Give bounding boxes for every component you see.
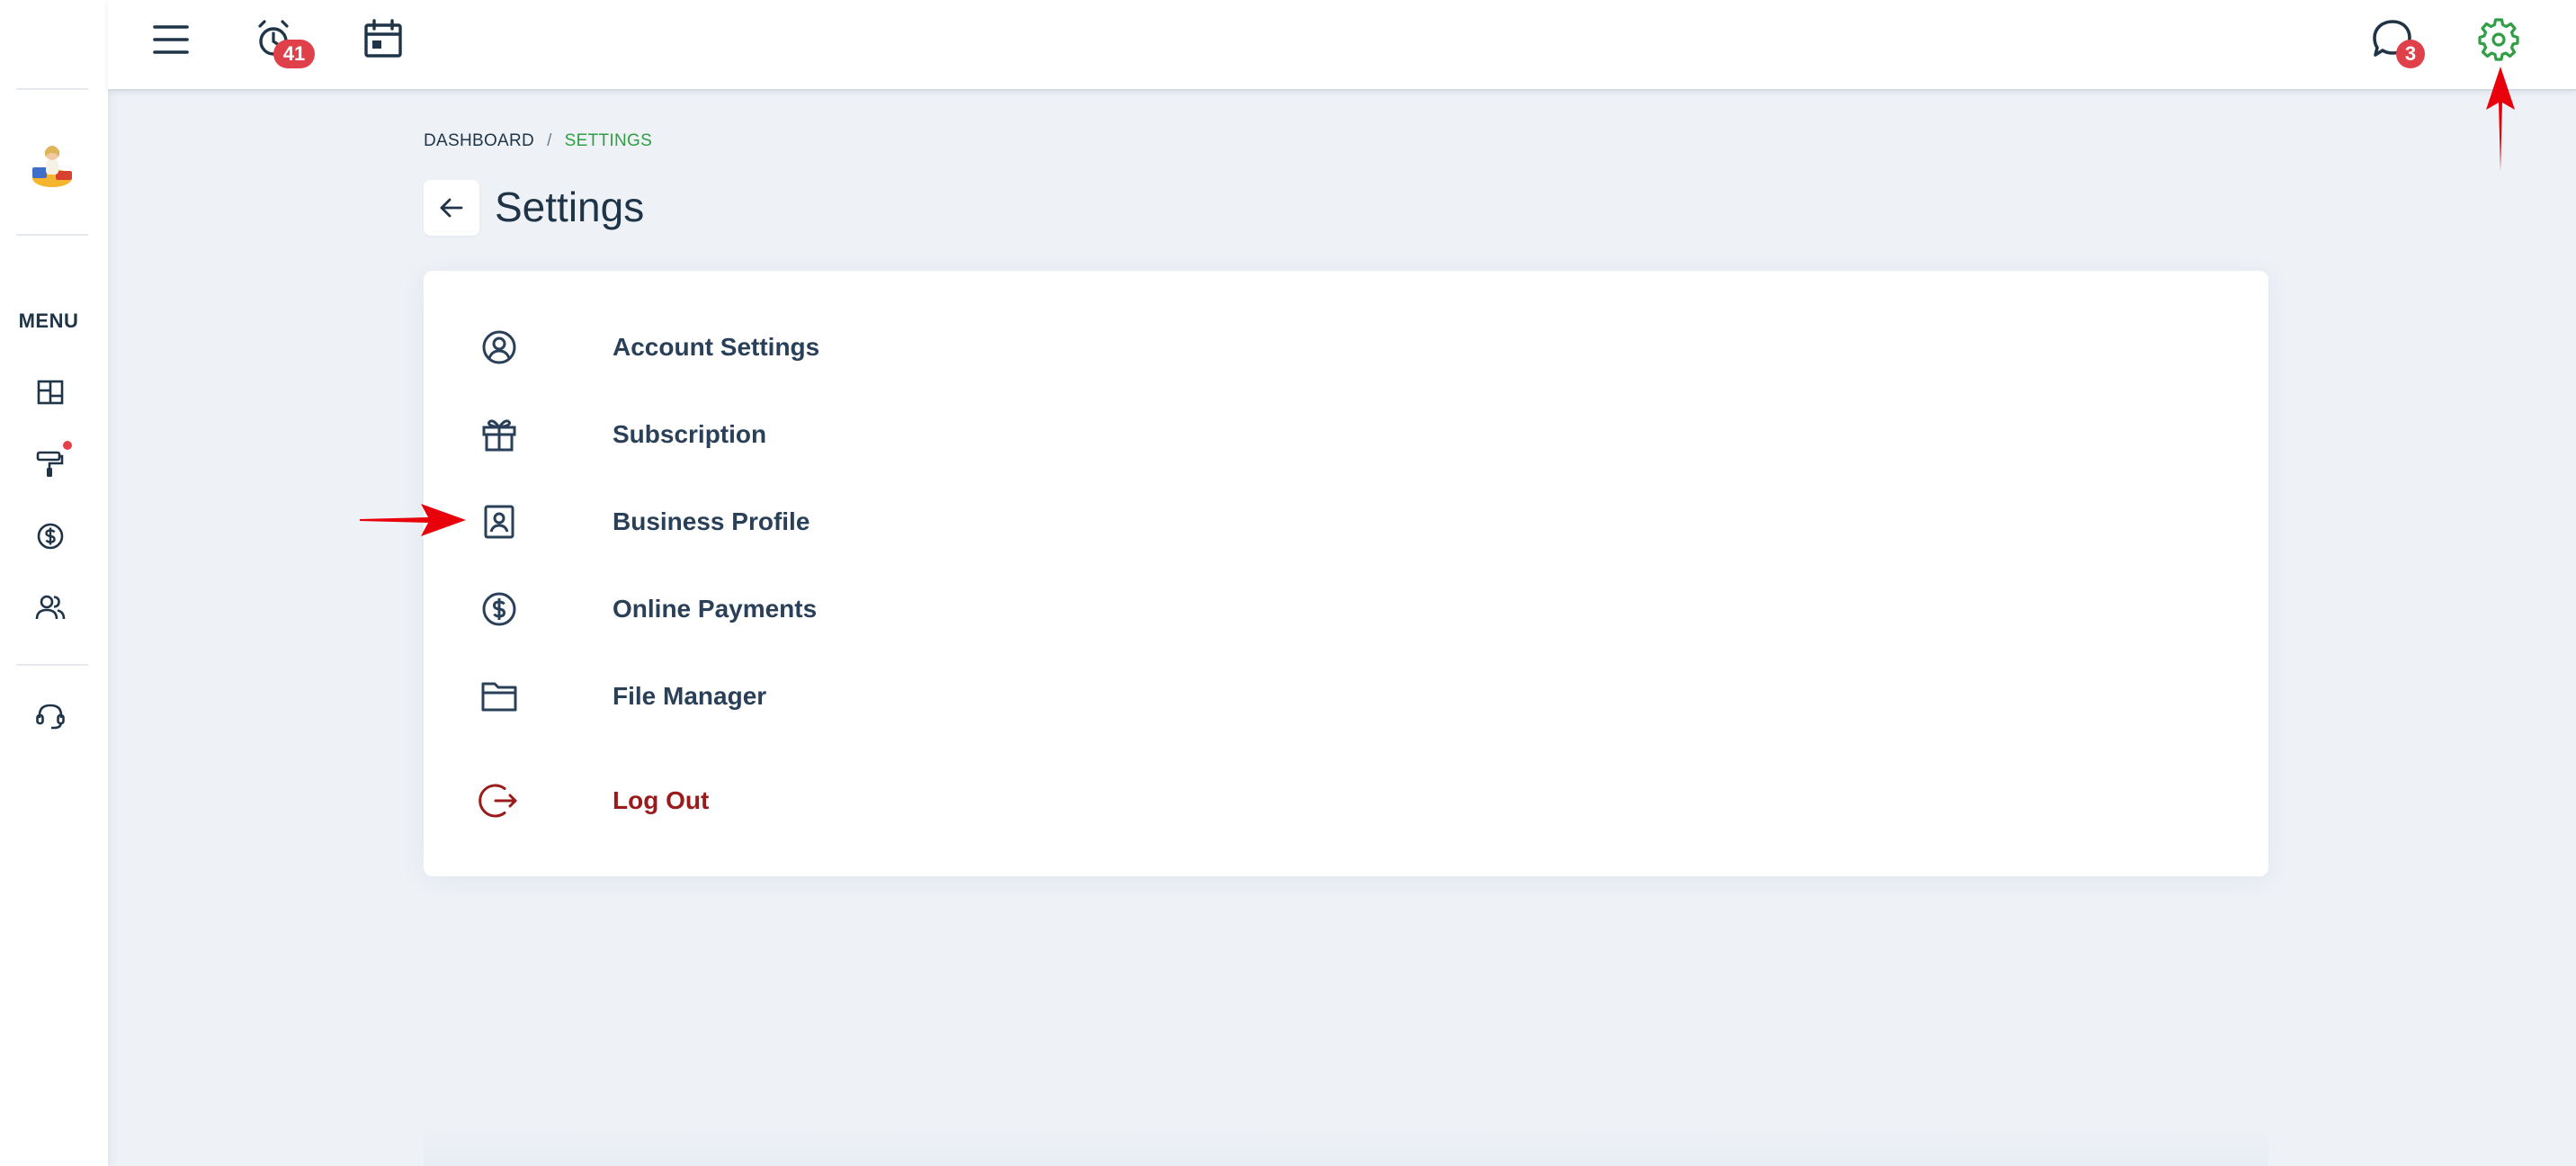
arrow-left-icon [440, 198, 463, 218]
logout-icon [478, 779, 521, 822]
contact-card-icon [478, 500, 521, 543]
reminders-button[interactable]: 41 [254, 18, 326, 72]
user-circle-icon [478, 326, 521, 369]
hamburger-menu-icon [153, 25, 189, 54]
sidebar-divider [16, 664, 88, 666]
dollar-circle-icon [478, 587, 521, 631]
back-button[interactable] [424, 180, 479, 236]
breadcrumb-current: SETTINGS [564, 131, 653, 150]
settings-item-label: Subscription [613, 420, 767, 448]
breadcrumb-separator: / [547, 131, 552, 150]
sidebar-item-dashboard[interactable] [32, 374, 68, 410]
users-icon [35, 595, 66, 620]
settings-item-label: Account Settings [613, 333, 820, 361]
paint-roller-icon [36, 451, 64, 477]
breadcrumb: DASHBOARD / SETTINGS [424, 131, 652, 151]
sidebar-item-customers[interactable] [32, 589, 68, 625]
annotation-arrow-up [2486, 67, 2515, 171]
sidebar-item-paint-jobs[interactable] [32, 446, 68, 482]
settings-item-subscription[interactable]: Subscription [478, 408, 1017, 462]
avatar[interactable] [29, 140, 76, 191]
settings-item-online-payments[interactable]: Online Payments [478, 582, 1017, 636]
gear-icon [2478, 18, 2519, 61]
settings-item-file-manager[interactable]: File Manager [478, 669, 1017, 723]
dollar-circle-icon [37, 523, 64, 550]
messages-badge: 3 [2396, 40, 2425, 68]
layout-grid-icon [37, 380, 64, 405]
settings-item-label: File Manager [613, 682, 767, 710]
folder-icon [478, 675, 521, 718]
settings-item-label: Business Profile [613, 507, 810, 535]
settings-item-business-profile[interactable]: Business Profile [478, 495, 1017, 549]
top-bar: 41 3 [108, 0, 2576, 91]
settings-menu-card: Account Settings Subscription Business P… [424, 271, 2268, 876]
menu-label: MENU [18, 309, 79, 332]
calendar-button[interactable] [362, 18, 405, 61]
headset-icon [36, 704, 65, 730]
settings-item-account-settings[interactable]: Account Settings [478, 320, 1017, 374]
sidebar-divider [16, 234, 88, 236]
sidebar: MENU [0, 0, 110, 1166]
settings-button[interactable] [2477, 18, 2520, 61]
hamburger-menu-button[interactable] [151, 20, 191, 59]
messages-button[interactable]: 3 [2369, 16, 2441, 74]
notification-dot [63, 441, 72, 450]
sidebar-item-support[interactable] [32, 698, 68, 734]
breadcrumb-dashboard-link[interactable]: DASHBOARD [424, 131, 534, 150]
page-title: Settings [495, 184, 645, 230]
annotation-arrow-right [360, 504, 466, 536]
settings-item-label: Log Out [613, 786, 710, 814]
sidebar-item-payments[interactable] [32, 518, 68, 554]
bottom-shade [424, 1125, 2268, 1166]
settings-item-log-out[interactable]: Log Out [478, 774, 1017, 828]
sidebar-divider [16, 88, 88, 90]
settings-item-label: Online Payments [613, 595, 818, 623]
gift-icon [478, 413, 521, 456]
reminders-badge: 41 [273, 40, 315, 68]
calendar-icon [364, 19, 402, 58]
